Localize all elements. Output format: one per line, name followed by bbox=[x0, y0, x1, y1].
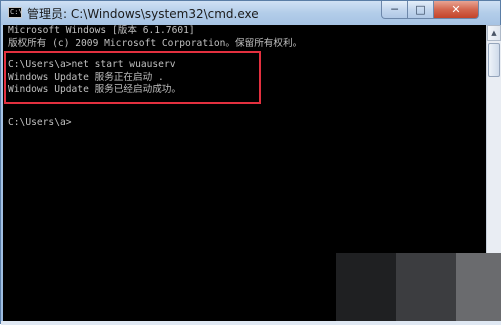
window-bottom-border bbox=[1, 321, 501, 325]
minimize-button[interactable]: ─ bbox=[381, 1, 408, 19]
red-highlight-annotation bbox=[4, 51, 261, 104]
overlay-tile-dark bbox=[336, 253, 396, 325]
console-line-prompt[interactable]: C:\Users\a> bbox=[8, 117, 72, 130]
cmd-window: C:\ 管理员: C:\Windows\system32\cmd.exe ─ □… bbox=[0, 0, 501, 325]
scroll-thumb[interactable] bbox=[488, 43, 500, 77]
overlay-tile-light bbox=[456, 253, 501, 325]
console-line-copyright: 版权所有 (c) 2009 Microsoft Corporation。保留所有… bbox=[8, 38, 303, 49]
maximize-button[interactable]: □ bbox=[407, 1, 434, 19]
scroll-up-arrow-icon[interactable]: ▲ bbox=[487, 25, 501, 41]
cmd-app-icon[interactable]: C:\ bbox=[8, 7, 23, 18]
title-bar[interactable]: C:\ 管理员: C:\Windows\system32\cmd.exe ─ □… bbox=[1, 1, 500, 25]
close-button[interactable]: ✕ bbox=[433, 1, 479, 19]
overlay-tile-mid bbox=[396, 253, 456, 325]
console-line-version: Microsoft Windows [版本 6.1.7601] bbox=[8, 25, 195, 36]
window-title: 管理员: C:\Windows\system32\cmd.exe bbox=[27, 7, 259, 21]
